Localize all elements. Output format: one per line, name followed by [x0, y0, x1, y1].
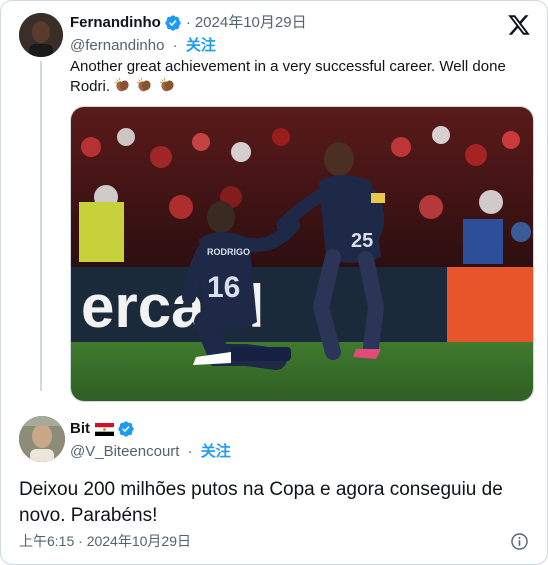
verified-badge-icon — [118, 421, 134, 437]
separator-dot: · — [187, 443, 193, 460]
player-name-label: RODRIGO — [207, 247, 250, 257]
player-number: 16 — [207, 271, 240, 304]
avatar[interactable] — [19, 416, 65, 462]
author-name[interactable]: Bit — [70, 419, 90, 439]
emoji-group — [114, 77, 176, 97]
thread-line — [40, 61, 42, 391]
info-icon[interactable] — [510, 532, 529, 551]
quoted-header: Fernandinho · 2024年10月29日 — [70, 13, 307, 33]
author-handle[interactable]: @fernandinho — [70, 37, 164, 54]
clapping-hands-icon — [137, 77, 151, 92]
verified-badge-icon — [165, 15, 181, 31]
follow-button[interactable]: 关注 — [186, 37, 216, 54]
tweet-photo[interactable]: ercard 16 RODRIGO 25 — [70, 106, 534, 402]
separator-dot: · — [185, 14, 191, 31]
quoted-text: Another great achievement in a very succ… — [70, 57, 520, 97]
egypt-flag-icon — [95, 422, 114, 436]
author-name[interactable]: Fernandinho — [70, 13, 161, 33]
tweet-date[interactable]: 2024年10月29日 — [195, 13, 307, 33]
quoted-handle-row: @fernandinho · 关注 — [70, 36, 216, 56]
follow-button[interactable]: 关注 — [201, 443, 231, 460]
clapping-hands-icon — [159, 77, 174, 92]
tweet-card: Fernandinho · 2024年10月29日 @fernandinho ·… — [0, 0, 548, 565]
author-handle[interactable]: @V_Biteencourt — [70, 443, 179, 460]
separator-dot: · — [172, 37, 178, 54]
tweet-text: Deixou 200 milhões putos na Copa e agora… — [19, 479, 503, 526]
player-number: 25 — [351, 230, 373, 252]
main-header: Bit — [70, 419, 135, 439]
tweet-timestamp[interactable]: 上午6:15 · 2024年10月29日 — [19, 532, 191, 550]
clapping-hands-icon — [114, 77, 129, 92]
avatar[interactable] — [19, 13, 63, 57]
main-handle-row: @V_Biteencourt · 关注 — [70, 442, 231, 462]
x-logo-icon[interactable] — [507, 13, 531, 37]
